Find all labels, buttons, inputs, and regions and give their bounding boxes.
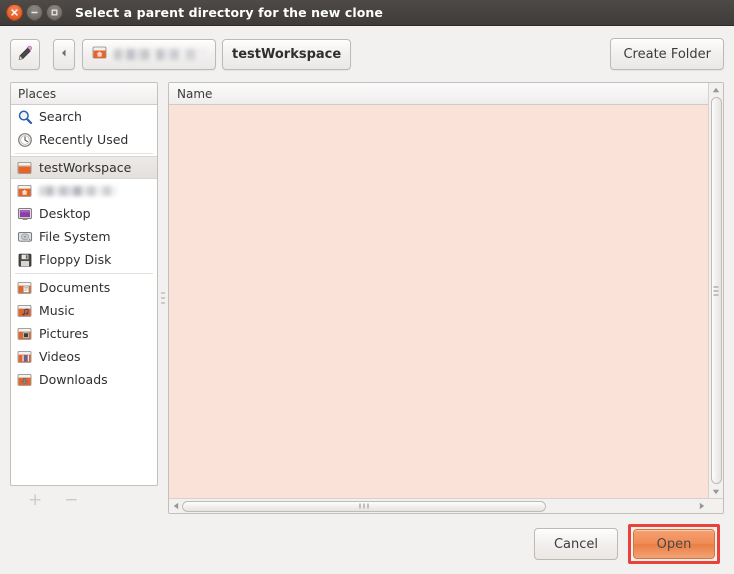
sidebar-item-label: Videos <box>39 349 81 364</box>
horizontal-scroll-track[interactable] <box>182 499 695 514</box>
column-header-name[interactable]: Name <box>169 83 708 105</box>
window-controls <box>6 4 63 21</box>
file-list-vertical-scrollbar[interactable] <box>708 83 723 498</box>
videos-folder-icon <box>17 349 33 365</box>
sidebar-item-recently-used[interactable]: Recently Used <box>11 128 157 151</box>
maximize-icon[interactable] <box>46 4 63 21</box>
desktop-icon <box>17 206 33 222</box>
minimize-icon[interactable] <box>26 4 43 21</box>
sidebar-item-downloads[interactable]: Downloads <box>11 368 157 391</box>
pictures-folder-icon <box>17 326 33 342</box>
sidebar-item-label <box>39 185 117 196</box>
sidebar-item-label: Documents <box>39 280 111 295</box>
thumb-grip-icon <box>713 285 719 296</box>
places-separator <box>15 273 153 274</box>
file-chooser-dialog: Select a parent directory for the new cl… <box>0 0 734 574</box>
add-bookmark-button[interactable]: + <box>28 491 42 509</box>
close-icon[interactable] <box>6 4 23 21</box>
file-list-body: Name <box>169 83 723 498</box>
sidebar-item-floppy-disk[interactable]: Floppy Disk <box>11 248 157 271</box>
sidebar-item-label: Downloads <box>39 372 108 387</box>
sidebar-item-label: Desktop <box>39 206 91 221</box>
file-list-column: Name <box>169 83 708 498</box>
chevron-left-icon <box>59 47 69 61</box>
scroll-down-icon[interactable] <box>709 485 724 498</box>
pane-divider[interactable] <box>158 82 168 514</box>
places-actions: + − <box>10 486 158 514</box>
sidebar-item-label: Floppy Disk <box>39 252 112 267</box>
file-list-pane: Name <box>168 82 724 514</box>
sidebar-item-videos[interactable]: Videos <box>11 345 157 368</box>
breadcrumb-current[interactable]: testWorkspace <box>222 38 352 70</box>
window-title: Select a parent directory for the new cl… <box>75 5 384 20</box>
type-location-button[interactable] <box>10 38 40 70</box>
places-separator <box>15 153 153 154</box>
music-folder-icon <box>17 303 33 319</box>
places-list[interactable]: Search Recently Used testWorkspace Deskt… <box>11 105 157 485</box>
sidebar-item-label: testWorkspace <box>39 160 132 175</box>
scroll-right-icon[interactable] <box>695 499 708 514</box>
harddisk-icon <box>17 229 33 245</box>
sidebar-item-documents[interactable]: Documents <box>11 276 157 299</box>
recent-clock-icon <box>17 132 33 148</box>
documents-folder-icon <box>17 280 33 296</box>
home-folder-icon <box>17 183 33 199</box>
sidebar-item-testworkspace[interactable]: testWorkspace <box>11 156 157 179</box>
folder-icon <box>17 160 33 176</box>
sidebar-item-label: Pictures <box>39 326 89 341</box>
create-folder-button[interactable]: Create Folder <box>610 38 724 70</box>
breadcrumb-home[interactable] <box>82 38 216 70</box>
open-button-highlight: Open <box>628 524 720 564</box>
open-button-label: Open <box>656 536 692 552</box>
breadcrumb-home-label <box>114 48 206 60</box>
floppy-icon <box>17 252 33 268</box>
file-list-horizontal-scrollbar[interactable] <box>169 498 723 513</box>
vertical-scroll-thumb[interactable] <box>710 97 722 484</box>
cancel-button-label: Cancel <box>553 536 599 552</box>
places-frame: Places Search Recently Used testWorkspac… <box>10 82 158 486</box>
divider-grip-icon <box>161 292 165 304</box>
sidebar-item-desktop[interactable]: Desktop <box>11 202 157 225</box>
places-sidebar: Places Search Recently Used testWorkspac… <box>10 82 158 514</box>
dialog-body: Places Search Recently Used testWorkspac… <box>0 82 734 514</box>
sidebar-item-label: Music <box>39 303 75 318</box>
sidebar-item-music[interactable]: Music <box>11 299 157 322</box>
downloads-folder-icon <box>17 372 33 388</box>
cancel-button[interactable]: Cancel <box>534 528 618 560</box>
pencil-icon <box>16 44 34 65</box>
file-list-empty-area[interactable] <box>169 105 708 498</box>
sidebar-item-search[interactable]: Search <box>11 105 157 128</box>
title-bar: Select a parent directory for the new cl… <box>0 0 734 26</box>
scroll-up-icon[interactable] <box>709 83 724 96</box>
scrollbar-corner <box>708 498 723 513</box>
create-folder-label: Create Folder <box>623 46 711 62</box>
remove-bookmark-button[interactable]: − <box>64 491 78 509</box>
home-folder-icon <box>92 45 108 64</box>
places-header: Places <box>11 83 157 105</box>
sidebar-item-file-system[interactable]: File System <box>11 225 157 248</box>
sidebar-item-label: Recently Used <box>39 132 129 147</box>
breadcrumb-current-label: testWorkspace <box>232 46 342 62</box>
sidebar-item-home[interactable] <box>11 179 157 202</box>
open-button[interactable]: Open <box>633 529 715 559</box>
sidebar-item-label: Search <box>39 109 82 124</box>
dialog-action-bar: Cancel Open <box>0 514 734 574</box>
sidebar-item-pictures[interactable]: Pictures <box>11 322 157 345</box>
thumb-grip-icon <box>359 503 370 509</box>
horizontal-scroll-thumb[interactable] <box>182 500 547 512</box>
scroll-left-icon[interactable] <box>169 499 182 514</box>
sidebar-item-label: File System <box>39 229 111 244</box>
search-icon <box>17 109 33 125</box>
path-toolbar: testWorkspace Create Folder <box>0 26 734 82</box>
path-back-button[interactable] <box>53 38 75 70</box>
